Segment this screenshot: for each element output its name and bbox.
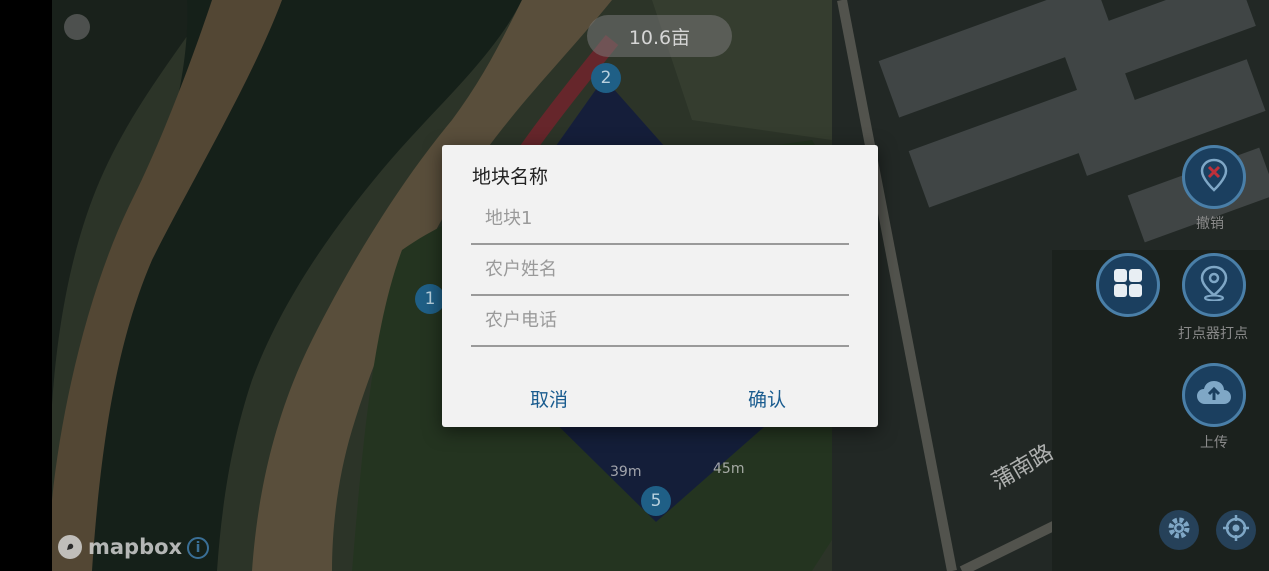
- undo-button[interactable]: [1182, 145, 1246, 209]
- settings-icon: [1166, 515, 1192, 545]
- dialog-title: 地块名称: [472, 166, 549, 188]
- segment-length-label: 39m: [610, 464, 642, 480]
- upload-label: 上传: [1200, 435, 1228, 451]
- farmer-name-input[interactable]: [483, 258, 837, 281]
- settings-button[interactable]: [1159, 510, 1199, 550]
- plot-name-input[interactable]: [483, 207, 837, 230]
- plot-name-dialog: 地块名称 取消 确认: [442, 145, 878, 427]
- cancel-button[interactable]: 取消: [530, 385, 568, 412]
- cloud-upload-icon: [1195, 378, 1233, 412]
- survey-point-label: 打点器打点: [1178, 326, 1248, 342]
- farmer-phone-input[interactable]: [483, 309, 837, 332]
- grid-icon: [1111, 266, 1145, 304]
- vertex-marker-5[interactable]: 5: [641, 486, 671, 516]
- survey-point-button[interactable]: [1182, 253, 1246, 317]
- mapbox-wordmark: mapbox: [88, 535, 183, 559]
- confirm-button[interactable]: 确认: [748, 385, 786, 412]
- survey-pin-icon: [1199, 265, 1229, 305]
- area-label: 10.6亩: [587, 15, 732, 57]
- segment-length-label: 45m: [713, 461, 745, 477]
- vertex-marker-1[interactable]: 1: [415, 284, 445, 314]
- corner-indicator: [64, 14, 90, 40]
- farmer-name-field: [471, 246, 849, 296]
- mapbox-logo[interactable]: mapbox: [58, 535, 182, 559]
- farmer-phone-field: [471, 297, 849, 347]
- app-screen: 10.6亩 2 1 5 39m 45m 蒲南路 撤销 打点器打点 上传 mapb…: [0, 0, 1269, 571]
- upload-button[interactable]: [1182, 363, 1246, 427]
- info-icon[interactable]: i: [187, 537, 209, 559]
- plot-name-field: [471, 195, 849, 245]
- locate-icon: [1222, 514, 1250, 546]
- undo-marker-icon: [1199, 158, 1229, 196]
- undo-label: 撤销: [1196, 216, 1224, 232]
- locate-button[interactable]: [1216, 510, 1256, 550]
- left-system-bar: [0, 0, 52, 571]
- grid-button[interactable]: [1096, 253, 1160, 317]
- mapbox-badge-icon: [58, 535, 82, 559]
- vertex-marker-2[interactable]: 2: [591, 63, 621, 93]
